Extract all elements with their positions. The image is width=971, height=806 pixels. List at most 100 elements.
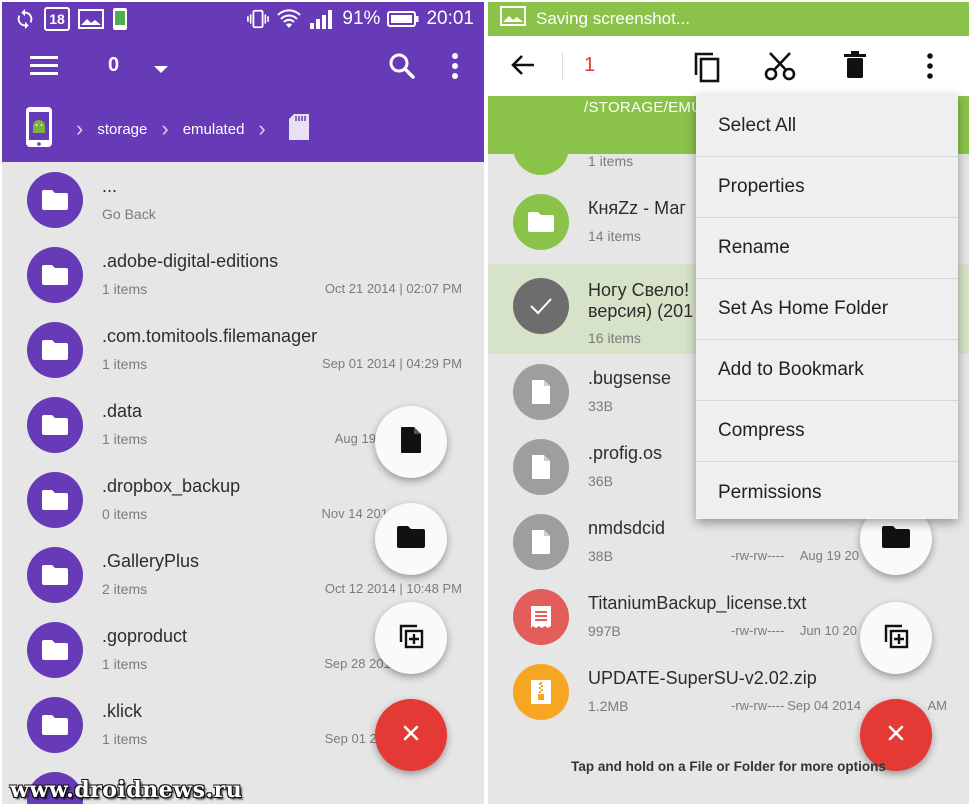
item-date: Oct 12 2014 | 10:48 PM [324,581,462,596]
item-name: TitaniumBackup_license.txt [588,593,807,613]
sdcard-icon[interactable] [288,113,310,145]
item-permissions: -rw-rw---- [731,623,785,638]
calendar-icon: 18 [44,7,70,31]
item-sub: 1 items [102,356,148,372]
menu-icon[interactable] [30,54,62,83]
breadcrumb-separator-icon: › [76,116,84,141]
paste-button[interactable] [860,602,932,674]
menu-item-permissions[interactable]: Permissions [696,462,958,523]
folder-icon [27,472,83,528]
item-sub: 36B [588,473,613,489]
item-sub: 1 items [102,431,148,447]
item-sub: 33B [588,398,613,414]
new-file-button[interactable] [375,406,447,478]
overflow-menu: Select All Properties Rename Set As Home… [696,94,958,519]
menu-item-rename[interactable]: Rename [696,218,958,279]
copy-add-icon [882,622,910,655]
item-name: UPDATE-SuperSU-v2.02.zip [588,668,817,688]
breadcrumb-storage[interactable]: storage [97,121,147,138]
item-sub: Go Back [102,206,156,222]
item-name: .klick [102,701,142,721]
text-file-icon [513,589,569,645]
folder-icon [27,547,83,603]
folder-icon [27,247,83,303]
item-date: Nov 14 201 [321,506,389,521]
item-date: Oct 21 2014 | 02:07 PM [324,281,462,296]
menu-item-properties[interactable]: Properties [696,157,958,218]
item-sub: 1 items [102,656,148,672]
dropdown-icon[interactable] [152,62,170,80]
back-arrow-icon[interactable] [510,53,536,82]
menu-item-bookmark[interactable]: Add to Bookmark [696,340,958,401]
menu-item-set-home[interactable]: Set As Home Folder [696,279,958,340]
folder-icon [396,525,426,554]
status-bar: 18 91% 20:01 [2,2,484,36]
item-permissions: -rw-rw---- [731,698,785,713]
item-sub: 0 items [102,506,148,522]
close-fab-button[interactable] [375,699,447,771]
item-name-line2: версия) (201 [588,301,694,321]
item-name: ... [102,176,118,196]
item-name: .dropbox_backup [102,476,241,496]
menu-item-compress[interactable]: Compress [696,401,958,462]
item-sub: 1 items [588,153,634,169]
file-icon [513,439,569,495]
checkmark-icon [513,278,569,334]
folder-icon [513,194,569,250]
paste-button[interactable] [375,602,447,674]
item-sub: 1 items [102,281,148,297]
item-date: Aug 19 20 [799,548,859,563]
item-name: .profig.os [588,443,663,463]
device-icon[interactable] [24,105,54,153]
right-screen: Saving screenshot... 1 /STORAGE/EMU 1 it… [488,2,969,804]
battery-percent: 91% [342,8,381,29]
overflow-icon[interactable] [450,52,460,85]
close-icon [887,724,905,747]
folder-icon [513,119,569,175]
folder-icon [27,622,83,678]
wifi-icon [276,8,302,30]
overflow-icon[interactable] [925,52,935,85]
item-date: Sep 01 2014 | 04:29 PM [322,356,462,371]
breadcrumb-emulated[interactable]: emulated [183,121,245,138]
folder-icon [27,322,83,378]
status-bar: Saving screenshot... [488,2,969,36]
item-name: .com.tomitools.filemanager [102,326,318,346]
delete-icon[interactable] [844,51,866,84]
file-icon [513,364,569,420]
list-item[interactable]: .com.tomitools.filemanager 1 items Sep 0… [2,312,484,387]
battery-icon [387,10,419,28]
selection-count: 1 [584,54,596,76]
item-name: .data [102,401,143,421]
breadcrumb-separator-icon: › [258,116,266,141]
hint-text: Tap and hold on a File or Folder for mor… [571,759,886,774]
toolbar: 0 [2,36,484,96]
item-permissions: -rw-rw---- [731,548,785,563]
new-folder-button[interactable] [375,503,447,575]
item-sub: 14 items [588,228,641,244]
item-sub: 1.2MB [588,698,629,714]
status-message: Saving screenshot... [536,9,691,28]
item-date: Sep 04 2014 [787,698,861,713]
item-sub: 997B [588,623,621,639]
gallery-icon [78,9,104,29]
item-name: nmdsdcid [588,518,666,538]
breadcrumb: › storage › emulated › [2,96,484,162]
item-name: Ногу Свело! [588,280,690,300]
folder-icon [881,525,911,554]
clock: 20:01 [426,8,474,29]
item-name: .GalleryPlus [102,551,200,571]
copy-icon[interactable] [691,51,721,88]
sync-icon [14,8,36,30]
item-sub: 1 items [102,731,148,747]
cut-icon[interactable] [764,51,796,86]
list-item[interactable]: ... Go Back [2,162,484,237]
action-toolbar: 1 [488,36,969,96]
search-icon[interactable] [388,52,416,85]
file-icon [513,514,569,570]
item-sub: 2 items [102,581,148,597]
watermark: www.droidnews.ru [10,777,243,803]
menu-item-select-all[interactable]: Select All [696,96,958,157]
list-item[interactable]: .adobe-digital-editions 1 items Oct 21 2… [2,237,484,312]
close-icon [402,724,420,747]
